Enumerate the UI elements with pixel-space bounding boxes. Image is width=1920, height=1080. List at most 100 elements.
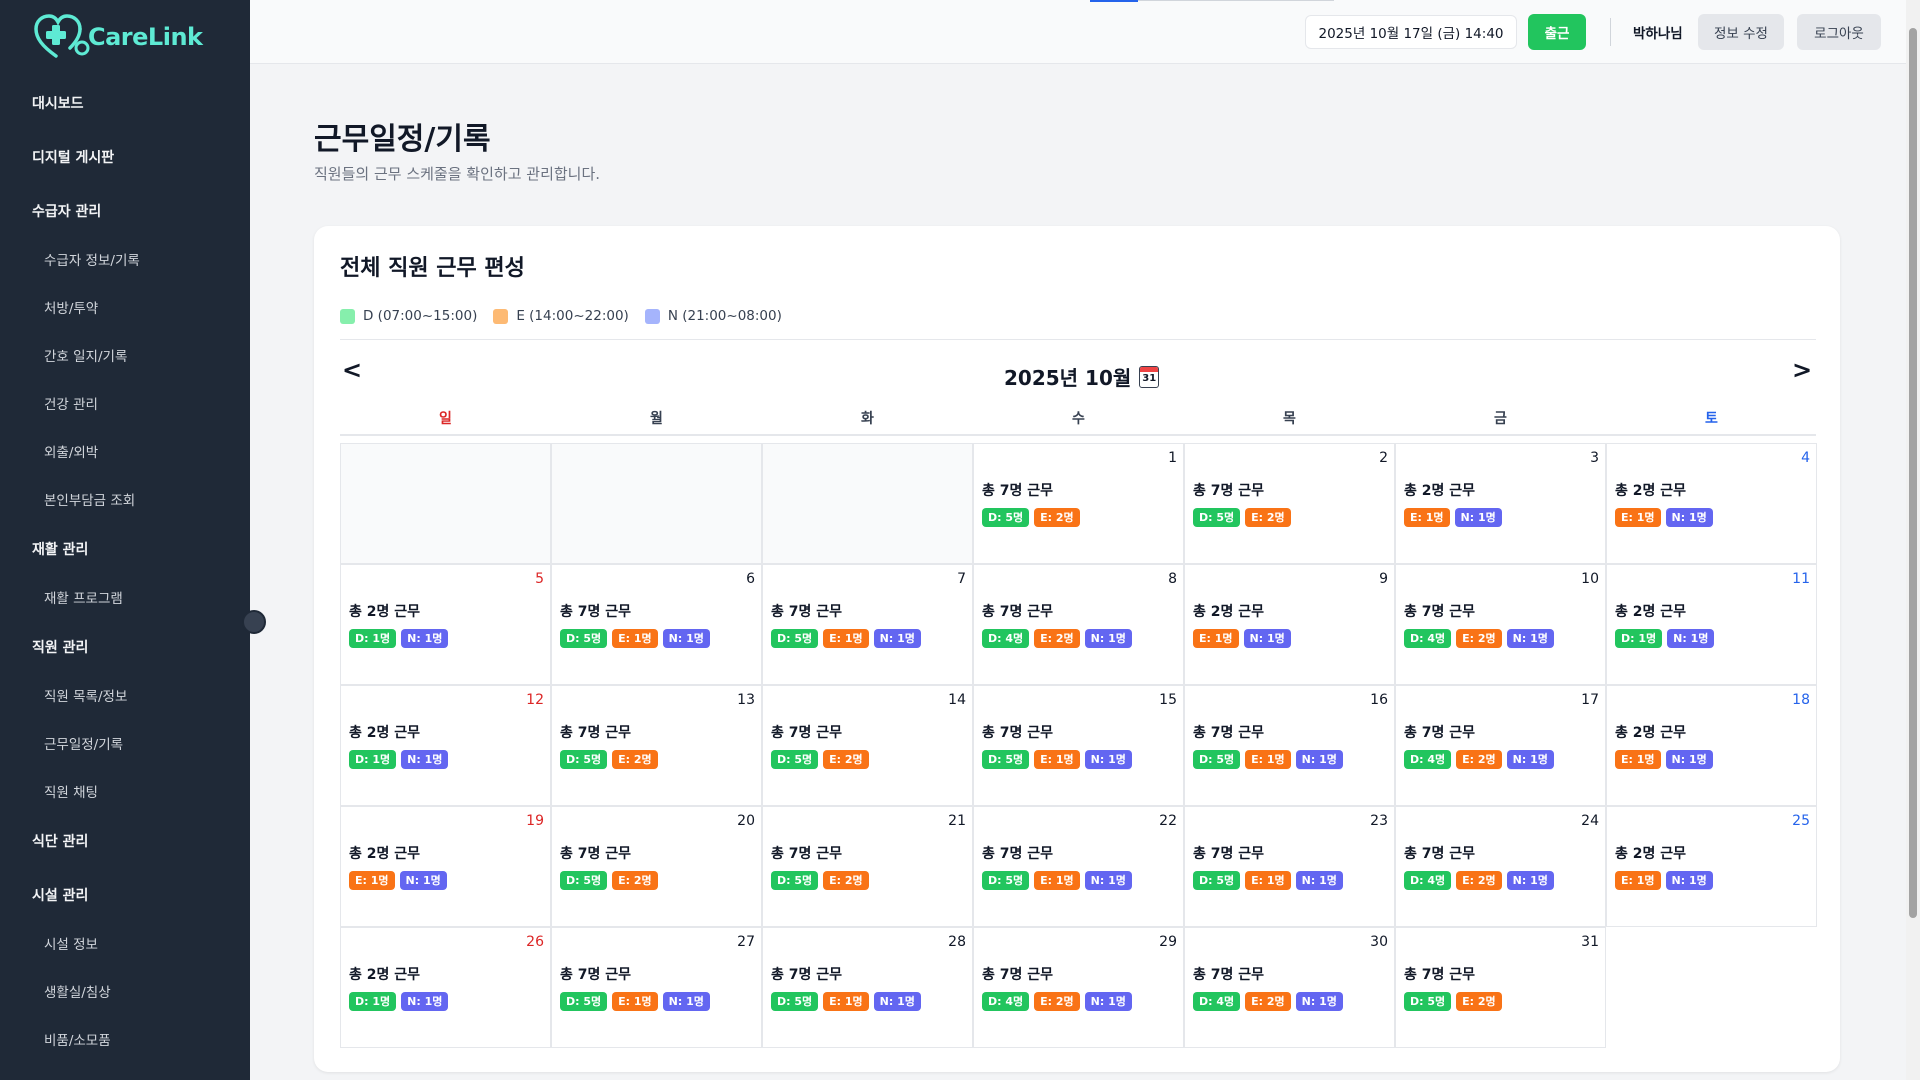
shift-badge-n[interactable]: N: 1명	[1665, 750, 1713, 769]
shift-badge-n[interactable]: N: 1명	[401, 629, 449, 648]
calendar-day-cell[interactable]: 29 총 7명 근무 D: 4명 E: 2명 N: 1명	[973, 927, 1184, 1048]
shift-badge-e[interactable]: E: 1명	[349, 871, 395, 890]
shift-badge-d[interactable]: D: 5명	[771, 629, 819, 648]
shift-badge-n[interactable]: N: 1명	[1454, 508, 1502, 527]
calendar-day-cell[interactable]: 1 총 7명 근무 D: 5명 E: 2명	[973, 443, 1184, 564]
shift-badge-e[interactable]: E: 1명	[1193, 629, 1239, 648]
calendar-day-cell[interactable]: 26 총 2명 근무 D: 1명 N: 1명	[340, 927, 551, 1048]
sidebar-item[interactable]: 대시보드	[0, 93, 250, 113]
shift-badge-d[interactable]: D: 1명	[349, 992, 397, 1011]
shift-badge-n[interactable]: N: 1명	[1084, 750, 1132, 769]
prev-month-button[interactable]: <	[342, 356, 362, 384]
shift-badge-d[interactable]: D: 4명	[982, 992, 1030, 1011]
shift-badge-e[interactable]: E: 1명	[823, 992, 869, 1011]
calendar-day-cell[interactable]: 20 총 7명 근무 D: 5명 E: 2명	[551, 806, 762, 927]
shift-badge-d[interactable]: D: 5명	[560, 871, 608, 890]
calendar-day-cell[interactable]: 28 총 7명 근무 D: 5명 E: 1명 N: 1명	[762, 927, 973, 1048]
sidebar-item[interactable]: 직원 관리	[0, 637, 250, 657]
shift-badge-e[interactable]: E: 1명	[1245, 871, 1291, 890]
calendar-day-cell[interactable]: 30 총 7명 근무 D: 4명 E: 2명 N: 1명	[1184, 927, 1395, 1048]
sidebar-item[interactable]: 근무일정/기록	[0, 733, 250, 753]
shift-badge-d[interactable]: D: 5명	[560, 750, 608, 769]
edit-profile-button[interactable]: 정보 수정	[1698, 14, 1784, 50]
shift-badge-n[interactable]: N: 1명	[1295, 992, 1343, 1011]
calendar-day-cell[interactable]: 2 총 7명 근무 D: 5명 E: 2명	[1184, 443, 1395, 564]
calendar-day-cell[interactable]: 4 총 2명 근무 E: 1명 N: 1명	[1606, 443, 1817, 564]
checkin-button[interactable]: 출근	[1528, 14, 1586, 50]
shift-badge-n[interactable]: N: 1명	[662, 629, 710, 648]
shift-badge-d[interactable]: D: 5명	[982, 508, 1030, 527]
sidebar-collapse-handle[interactable]	[242, 610, 266, 634]
shift-badge-n[interactable]: N: 1명	[873, 629, 921, 648]
calendar-day-cell[interactable]: 15 총 7명 근무 D: 5명 E: 1명 N: 1명	[973, 685, 1184, 806]
sidebar-item[interactable]: 간호 일지/기록	[0, 345, 250, 365]
calendar-day-cell[interactable]: 13 총 7명 근무 D: 5명 E: 2명	[551, 685, 762, 806]
shift-badge-e[interactable]: E: 2명	[1456, 871, 1502, 890]
shift-badge-n[interactable]: N: 1명	[401, 992, 449, 1011]
calendar-day-cell[interactable]: 16 총 7명 근무 D: 5명 E: 1명 N: 1명	[1184, 685, 1395, 806]
shift-badge-n[interactable]: N: 1명	[1506, 871, 1554, 890]
logout-button[interactable]: 로그아웃	[1797, 14, 1881, 50]
calendar-day-cell[interactable]: 17 총 7명 근무 D: 4명 E: 2명 N: 1명	[1395, 685, 1606, 806]
shift-badge-e[interactable]: E: 1명	[1615, 750, 1661, 769]
shift-badge-e[interactable]: E: 2명	[612, 750, 658, 769]
shift-badge-e[interactable]: E: 1명	[612, 629, 658, 648]
calendar-day-cell[interactable]: 9 총 2명 근무 E: 1명 N: 1명	[1184, 564, 1395, 685]
shift-badge-n[interactable]: N: 1명	[1665, 508, 1713, 527]
shift-badge-n[interactable]: N: 1명	[1084, 871, 1132, 890]
shift-badge-d[interactable]: D: 4명	[982, 629, 1030, 648]
shift-badge-d[interactable]: D: 5명	[1193, 871, 1241, 890]
shift-badge-d[interactable]: D: 5명	[1193, 508, 1241, 527]
calendar-day-cell[interactable]: 11 총 2명 근무 D: 1명 N: 1명	[1606, 564, 1817, 685]
calendar-day-cell[interactable]: 8 총 7명 근무 D: 4명 E: 2명 N: 1명	[973, 564, 1184, 685]
shift-badge-n[interactable]: N: 1명	[1084, 992, 1132, 1011]
sidebar-item[interactable]: 본인부담금 조회	[0, 489, 250, 509]
shift-badge-d[interactable]: D: 5명	[560, 992, 608, 1011]
calendar-day-cell[interactable]: 27 총 7명 근무 D: 5명 E: 1명 N: 1명	[551, 927, 762, 1048]
sidebar-item[interactable]: 시설 정보	[0, 933, 250, 953]
shift-badge-e[interactable]: E: 1명	[823, 629, 869, 648]
sidebar-item[interactable]: 수급자 관리	[0, 201, 250, 221]
calendar-day-cell[interactable]: 10 총 7명 근무 D: 4명 E: 2명 N: 1명	[1395, 564, 1606, 685]
calendar-day-cell[interactable]: 6 총 7명 근무 D: 5명 E: 1명 N: 1명	[551, 564, 762, 685]
shift-badge-d[interactable]: D: 5명	[771, 871, 819, 890]
shift-badge-n[interactable]: N: 1명	[1295, 871, 1343, 890]
calendar-day-cell[interactable]: 19 총 2명 근무 E: 1명 N: 1명	[340, 806, 551, 927]
calendar-day-cell[interactable]: 21 총 7명 근무 D: 5명 E: 2명	[762, 806, 973, 927]
shift-badge-d[interactable]: D: 1명	[349, 629, 397, 648]
shift-badge-n[interactable]: N: 1명	[873, 992, 921, 1011]
shift-badge-d[interactable]: D: 1명	[1615, 629, 1663, 648]
shift-badge-n[interactable]: N: 1명	[1506, 629, 1554, 648]
shift-badge-e[interactable]: E: 2명	[1034, 992, 1080, 1011]
shift-badge-d[interactable]: D: 5명	[771, 992, 819, 1011]
next-month-button[interactable]: >	[1792, 356, 1812, 384]
shift-badge-d[interactable]: D: 4명	[1404, 629, 1452, 648]
shift-badge-n[interactable]: N: 1명	[1665, 871, 1713, 890]
shift-badge-d[interactable]: D: 5명	[560, 629, 608, 648]
shift-badge-e[interactable]: E: 2명	[1034, 508, 1080, 527]
shift-badge-n[interactable]: N: 1명	[1243, 629, 1291, 648]
sidebar-item[interactable]: 식단 관리	[0, 831, 250, 851]
shift-badge-n[interactable]: N: 1명	[1506, 750, 1554, 769]
shift-badge-e[interactable]: E: 2명	[612, 871, 658, 890]
shift-badge-e[interactable]: E: 2명	[1245, 992, 1291, 1011]
sidebar-item[interactable]: 디지털 게시판	[0, 147, 250, 167]
sidebar-item[interactable]: 직원 목록/정보	[0, 685, 250, 705]
sidebar-item[interactable]: 비품/소모품	[0, 1029, 250, 1049]
shift-badge-e[interactable]: E: 1명	[1615, 871, 1661, 890]
shift-badge-d[interactable]: D: 4명	[1404, 750, 1452, 769]
shift-badge-d[interactable]: D: 5명	[982, 750, 1030, 769]
calendar-day-cell[interactable]: 31 총 7명 근무 D: 5명 E: 2명	[1395, 927, 1606, 1048]
calendar-day-cell[interactable]: 12 총 2명 근무 D: 1명 N: 1명	[340, 685, 551, 806]
shift-badge-e[interactable]: E: 2명	[1456, 992, 1502, 1011]
shift-badge-e[interactable]: E: 2명	[1456, 750, 1502, 769]
shift-badge-n[interactable]: N: 1명	[1667, 629, 1715, 648]
shift-badge-e[interactable]: E: 1명	[1245, 750, 1291, 769]
calendar-day-cell[interactable]: 5 총 2명 근무 D: 1명 N: 1명	[340, 564, 551, 685]
calendar-icon[interactable]: 31	[1139, 365, 1160, 388]
shift-badge-e[interactable]: E: 2명	[1456, 629, 1502, 648]
shift-badge-n[interactable]: N: 1명	[1084, 629, 1132, 648]
sidebar-item[interactable]: 재활 관리	[0, 539, 250, 559]
shift-badge-e[interactable]: E: 1명	[1615, 508, 1661, 527]
shift-badge-n[interactable]: N: 1명	[662, 992, 710, 1011]
